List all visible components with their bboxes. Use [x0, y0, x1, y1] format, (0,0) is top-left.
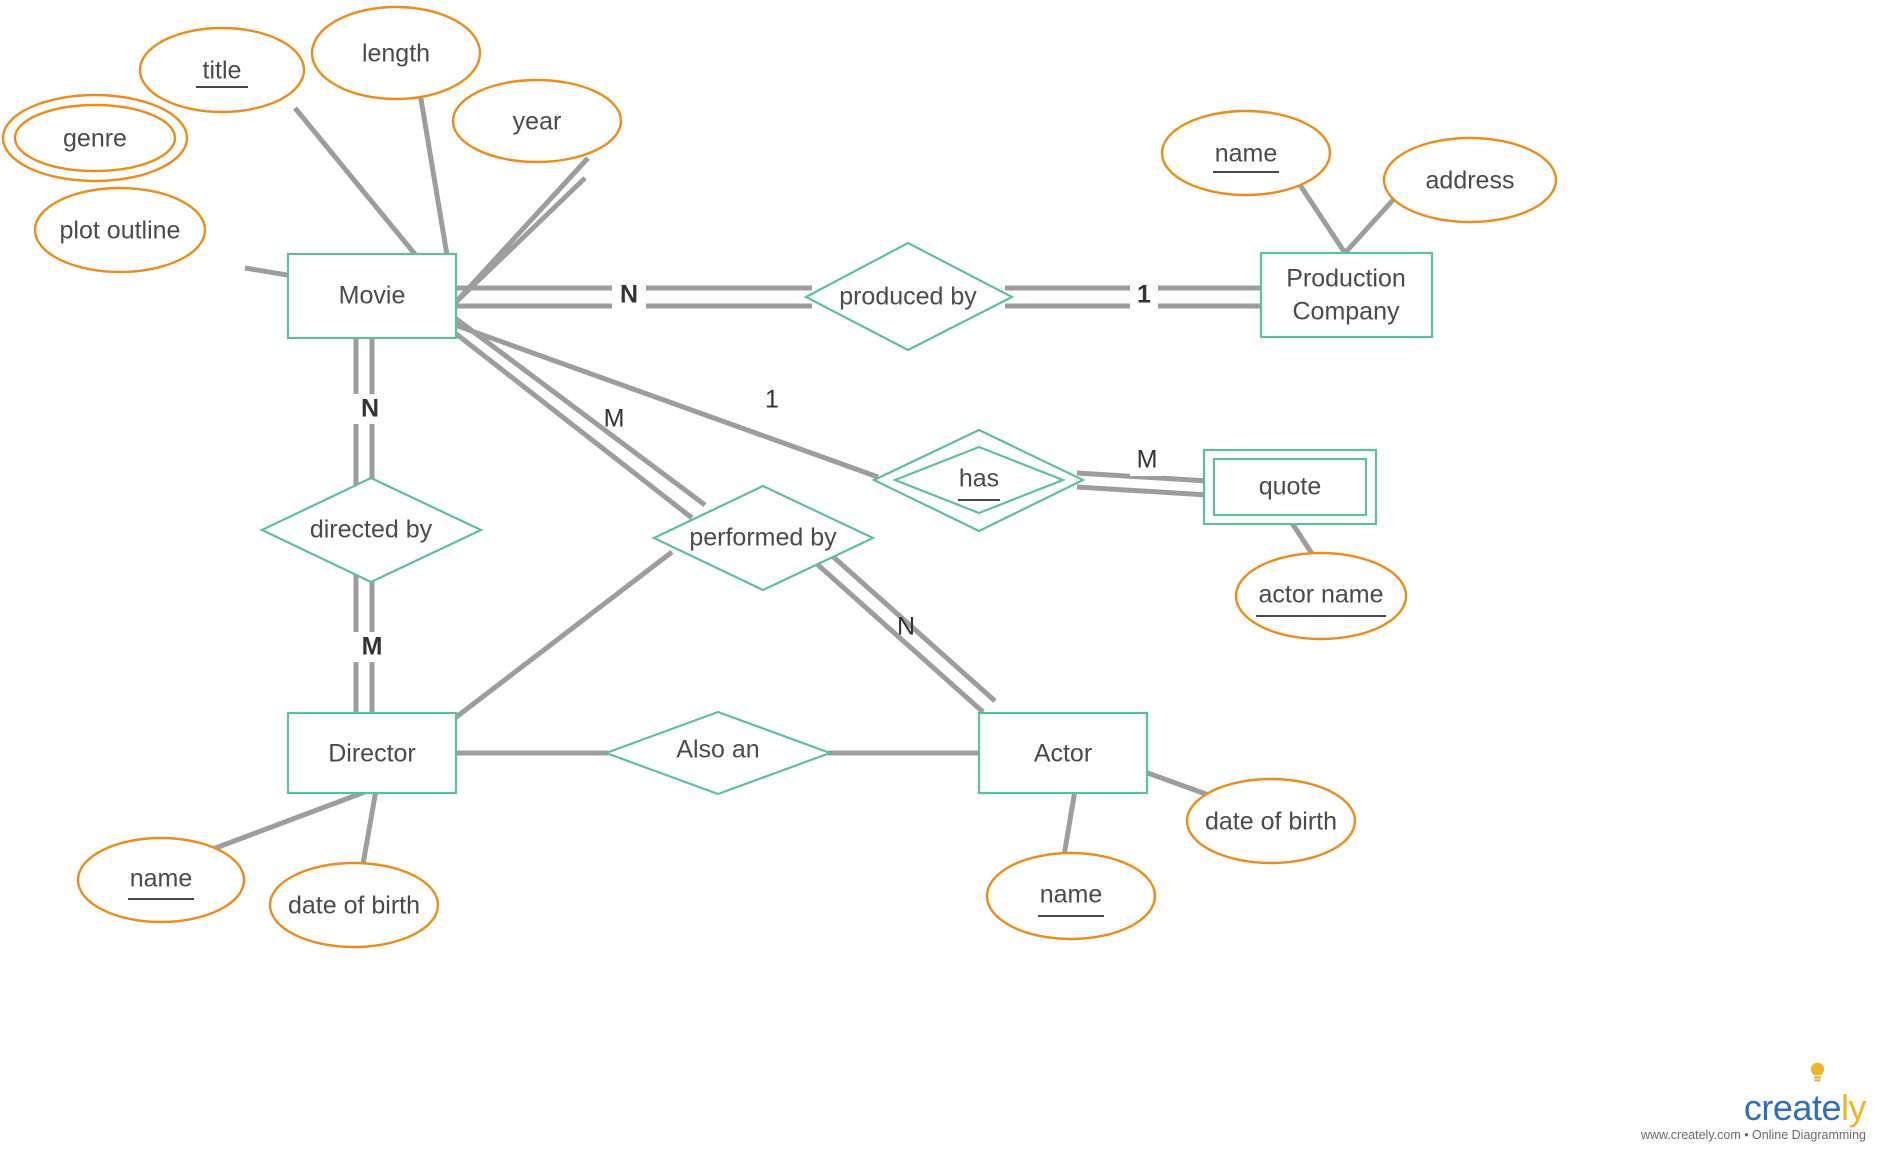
- entity-quote[interactable]: quote: [1202, 448, 1378, 526]
- relationship-has[interactable]: has: [871, 428, 1086, 533]
- relationship-performed-by[interactable]: performed by: [651, 484, 876, 592]
- edge-directorname-director: [204, 787, 371, 855]
- attribute-genre[interactable]: genre: [1, 93, 189, 183]
- entity-director-label: Director: [328, 740, 416, 768]
- entity-actor-label: Actor: [1034, 740, 1092, 768]
- entity-production-company[interactable]: Production Company: [1259, 251, 1434, 339]
- edge-performedby-actor-a: [806, 554, 985, 714]
- attribute-pc-address[interactable]: address: [1382, 136, 1558, 224]
- edge-directordob-director: [359, 789, 379, 871]
- er-diagram-svg: genre title length year plot outline nam…: [1, 5, 1558, 949]
- attribute-length-label: length: [362, 40, 430, 68]
- attribute-year-label: year: [513, 108, 562, 136]
- entity-movie[interactable]: Movie: [286, 252, 458, 340]
- edge-movie-performedby-b: [453, 331, 694, 520]
- edge-has-quote-b: [1076, 484, 1209, 498]
- attribute-length[interactable]: length: [310, 5, 482, 101]
- creately-brand-part3: ly: [1841, 1087, 1867, 1128]
- attribute-actor-name[interactable]: name: [985, 851, 1157, 941]
- relationship-directed-by[interactable]: directed by: [259, 476, 484, 584]
- attribute-actor-name-label: name: [1040, 881, 1103, 909]
- relationship-also-an-label: Also an: [676, 736, 759, 764]
- creately-logo: creately: [1641, 1062, 1867, 1128]
- cardinality-produced-by-pc: 1: [1130, 279, 1158, 309]
- creately-tagline: www.creately.com • Online Diagramming: [1640, 1128, 1866, 1142]
- cardinality-producedby-pc-label: 1: [1137, 281, 1151, 309]
- attribute-director-dob[interactable]: date of birth: [268, 861, 440, 949]
- edge-year-movie: [453, 156, 590, 305]
- creately-watermark: creately www.creately.com • Online Diagr…: [1640, 1062, 1867, 1142]
- attribute-year[interactable]: year: [451, 78, 623, 164]
- entity-quote-label: quote: [1259, 473, 1322, 501]
- cardinality-has-quote-label: M: [1137, 446, 1158, 474]
- attribute-pc-name[interactable]: name: [1160, 109, 1332, 197]
- cardinality-performedby-actor-label: N: [897, 613, 915, 641]
- cardinality-movie-directed-by: N: [350, 394, 382, 424]
- cardinality-movie-has-label: 1: [765, 386, 779, 414]
- attribute-genre-label: genre: [63, 125, 127, 153]
- cardinality-has-quote: M: [1130, 446, 1162, 476]
- er-diagram-canvas: genre title length year plot outline nam…: [0, 0, 1880, 1150]
- edge-movie-has: [454, 322, 879, 480]
- entity-director[interactable]: Director: [286, 711, 458, 795]
- attribute-director-name[interactable]: name: [76, 836, 246, 924]
- attribute-title-label: title: [203, 57, 242, 85]
- relationship-also-an[interactable]: Also an: [602, 710, 834, 796]
- edge-pcname-pc: [1297, 183, 1348, 255]
- relationship-produced-by[interactable]: produced by: [803, 241, 1015, 352]
- attribute-director-name-label: name: [130, 865, 193, 893]
- lightbulb-icon: [1810, 1062, 1825, 1082]
- attribute-director-dob-label: date of birth: [288, 892, 420, 920]
- attribute-pc-name-label: name: [1215, 140, 1278, 168]
- relationship-has-label: has: [959, 465, 999, 493]
- relationship-directed-by-label: directed by: [310, 516, 433, 544]
- attribute-actor-dob[interactable]: date of birth: [1185, 777, 1357, 865]
- attribute-quote-actor-name-label: actor name: [1258, 581, 1383, 609]
- cardinality-movie-performedby-label: M: [604, 405, 625, 433]
- creately-brand-part2: e: [1821, 1087, 1841, 1128]
- entity-movie-label: Movie: [339, 282, 406, 310]
- creately-brand-part1: creat: [1743, 1087, 1822, 1128]
- edge-movie-performedby-a: [453, 315, 707, 508]
- attribute-plot-outline[interactable]: plot outline: [33, 186, 207, 274]
- edge-director-performedby: [453, 550, 674, 720]
- entity-production-company-label-line1: Production: [1286, 265, 1406, 293]
- attribute-title[interactable]: title: [138, 26, 306, 114]
- cardinality-movie-directedby-label: N: [361, 395, 379, 423]
- cardinality-movie-produced-by: N: [612, 279, 646, 309]
- attribute-actor-dob-label: date of birth: [1205, 808, 1337, 836]
- entity-production-company-label-line2: Company: [1293, 298, 1400, 326]
- attribute-plot-outline-label: plot outline: [60, 217, 181, 245]
- cardinality-directedby-director-label: M: [362, 633, 383, 661]
- relationship-produced-by-label: produced by: [839, 283, 977, 311]
- relationship-performed-by-label: performed by: [689, 524, 837, 552]
- cardinality-movie-producedby-label: N: [620, 281, 638, 309]
- cardinality-directed-by-director: M: [352, 632, 386, 662]
- entity-actor[interactable]: Actor: [977, 711, 1149, 795]
- attribute-pc-address-label: address: [1426, 167, 1515, 195]
- edge-actorname-actor: [1060, 789, 1078, 863]
- attribute-quote-actor-name[interactable]: actor name: [1234, 551, 1408, 641]
